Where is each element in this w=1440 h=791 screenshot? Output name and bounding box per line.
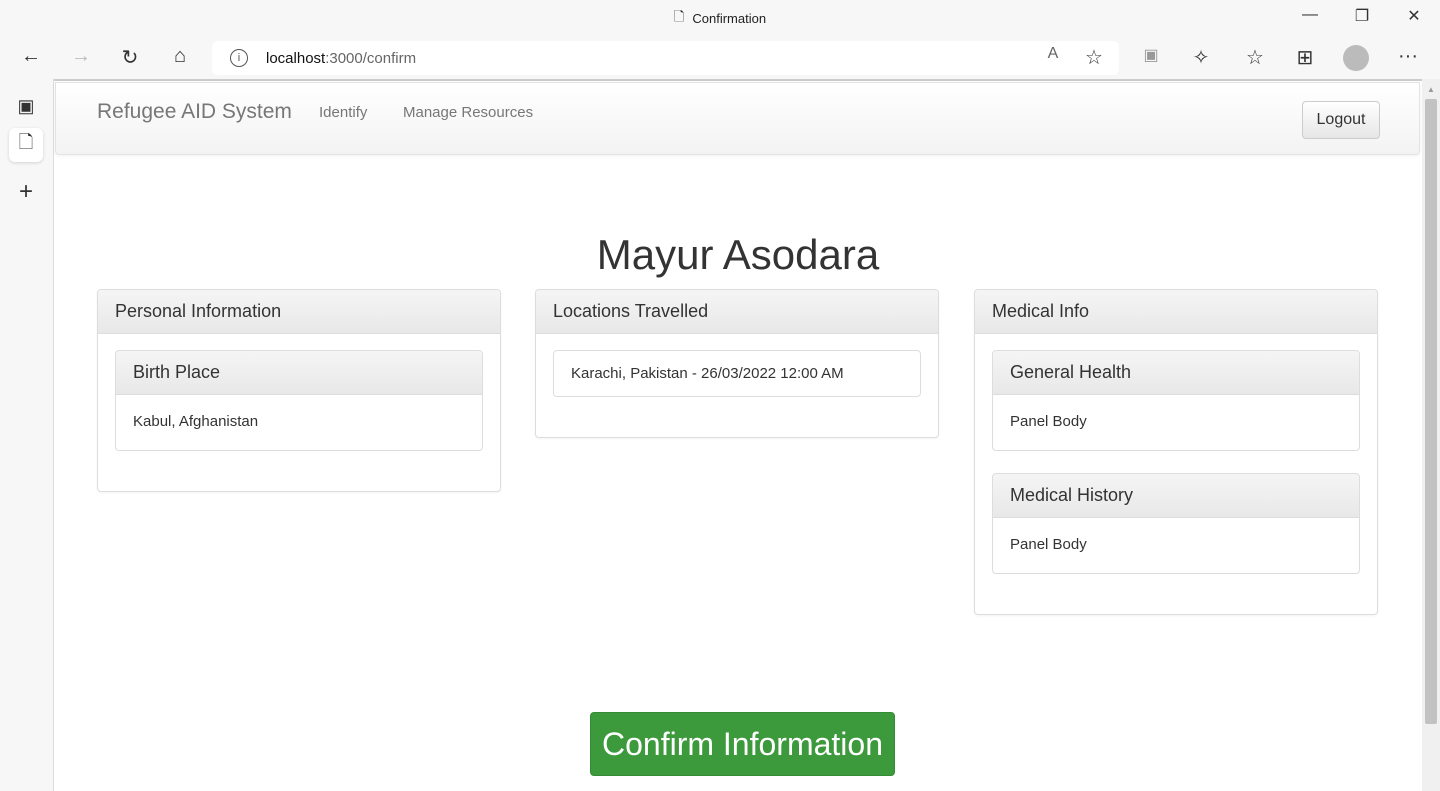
home-icon[interactable]: ⌂: [165, 45, 195, 68]
person-name: Mayur Asodara: [596, 231, 880, 278]
scrollbar-thumb[interactable]: [1425, 99, 1437, 724]
browser-toolbar: ← → ↻ ⌂ i localhost:3000/confirm A ☆ ▣ ✧…: [0, 37, 1440, 79]
more-icon[interactable]: ···: [1393, 45, 1423, 68]
refresh-icon[interactable]: ↻: [115, 45, 145, 70]
logout-button[interactable]: Logout: [1302, 101, 1380, 139]
scrollbar[interactable]: ▲: [1422, 79, 1440, 791]
extensions-icon[interactable]: ✧: [1186, 45, 1216, 70]
vertical-tabs: ▣ 🗋 +: [0, 79, 54, 791]
nav-identify[interactable]: Identify: [319, 104, 367, 121]
extension-icon[interactable]: ▣: [1136, 45, 1166, 65]
panel-body: Panel Body: [1010, 536, 1087, 553]
page-icon: 🗋: [673, 8, 685, 24]
minimize-button[interactable]: —: [1295, 6, 1325, 24]
medical-history-panel: Medical History Panel Body: [992, 473, 1360, 574]
new-tab-icon[interactable]: +: [9, 175, 43, 209]
close-button[interactable]: ✕: [1399, 6, 1429, 26]
profile-icon[interactable]: [1343, 45, 1369, 71]
favorites-icon[interactable]: ☆: [1240, 45, 1270, 70]
locations-travelled-panel: Locations Travelled Karachi, Pakistan - …: [535, 289, 939, 438]
page-content: Refugee AID System Identify Manage Resou…: [54, 79, 1422, 791]
nav-manage-resources[interactable]: Manage Resources: [403, 104, 533, 121]
confirm-information-button[interactable]: Confirm Information: [590, 712, 895, 776]
panel-heading: Personal Information: [98, 290, 500, 334]
medical-info-panel: Medical Info General Health Panel Body M…: [974, 289, 1378, 615]
panel-heading: Locations Travelled: [536, 290, 938, 334]
restore-button[interactable]: ❐: [1347, 6, 1377, 26]
panel-heading: Birth Place: [116, 351, 482, 395]
scroll-up-icon[interactable]: ▲: [1427, 85, 1435, 94]
read-aloud-icon[interactable]: A: [1038, 45, 1068, 63]
back-icon[interactable]: ←: [16, 45, 46, 68]
personal-information-panel: Personal Information Birth Place Kabul, …: [97, 289, 501, 492]
title-bar: 🗋 Confirmation — ❐ ✕: [0, 0, 1440, 37]
panel-heading: Medical History: [993, 474, 1359, 518]
general-health-panel: General Health Panel Body: [992, 350, 1360, 451]
panel-heading: Medical Info: [975, 290, 1377, 334]
birth-place-value: Kabul, Afghanistan: [133, 413, 259, 430]
info-icon[interactable]: i: [230, 49, 248, 67]
panel-body: Panel Body: [1010, 413, 1087, 430]
navbar: Refugee AID System Identify Manage Resou…: [55, 82, 1420, 155]
brand-link[interactable]: Refugee AID System: [97, 100, 292, 124]
forward-icon[interactable]: →: [66, 45, 96, 68]
location-item: Karachi, Pakistan - 26/03/2022 12:00 AM: [553, 350, 921, 397]
tab-actions-icon[interactable]: ▣: [9, 89, 43, 123]
collections-icon[interactable]: ⊞: [1290, 45, 1320, 70]
browser-tab[interactable]: 🗋 Confirmation: [600, 0, 840, 37]
add-favorite-icon[interactable]: ☆: [1079, 45, 1109, 70]
address-bar[interactable]: i localhost:3000/confirm: [212, 41, 1119, 75]
page-tab-icon[interactable]: 🗋: [9, 128, 43, 162]
panel-heading: General Health: [993, 351, 1359, 395]
birth-place-panel: Birth Place Kabul, Afghanistan: [115, 350, 483, 451]
